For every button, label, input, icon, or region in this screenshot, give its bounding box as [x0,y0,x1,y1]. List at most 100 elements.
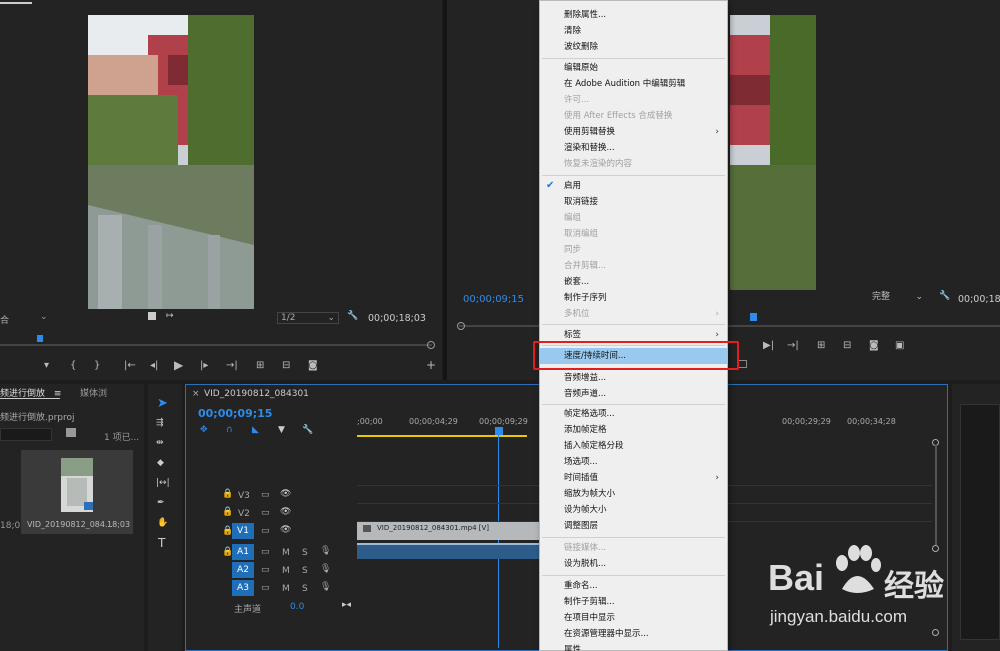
menu-item-clear[interactable]: 清除 [540,23,727,39]
menu-item-properties[interactable]: 属性 [540,642,727,651]
mic-icon[interactable]: 🎙 [320,564,331,574]
menu-item-make-subclip[interactable]: 制作子剪辑... [540,594,727,610]
timeline-close-icon[interactable]: × [192,389,200,399]
fit-dropdown-arrow-icon[interactable]: ⌄ [40,312,48,322]
hand-tool-icon[interactable]: ✋ [157,518,168,528]
menu-item-make-subsequence[interactable]: 制作子序列 [540,290,727,306]
track-lock-v2[interactable]: 🔒 [222,507,233,517]
mute-button[interactable]: M [282,584,290,594]
source-scrub-bar[interactable] [0,344,432,346]
solo-button[interactable]: S [302,566,308,576]
program-scrub-start[interactable] [457,322,465,330]
slip-tool-icon[interactable]: |↔| [156,478,170,488]
ripple-edit-tool-icon[interactable]: ⇹ [156,438,164,448]
toggle-sync-icon[interactable]: ▭ [261,565,270,575]
mark-in-icon[interactable]: ▾ [44,361,49,371]
track-lock-v1[interactable]: 🔒 [222,526,233,536]
menu-item-frame-hold-options[interactable]: 帧定格选项... [540,406,727,422]
menu-item-make-offline[interactable]: 设为脱机... [540,556,727,572]
extract-icon[interactable]: ⊟ [843,341,851,351]
wrench-icon[interactable]: 🔧 [939,291,950,301]
source-patch-a3[interactable]: A3 [232,580,254,596]
go-to-in-icon[interactable]: |← [124,361,136,371]
toggle-sync-icon[interactable]: ▭ [261,547,270,557]
mark-out-brace-icon[interactable]: } [94,361,100,371]
master-end-icon[interactable]: ▸◂ [342,600,351,610]
mute-button[interactable]: M [282,566,290,576]
menu-item-scale-to-frame[interactable]: 缩放为帧大小 [540,486,727,502]
step-forward-icon[interactable]: |▸ [200,361,208,371]
menu-item-field-options[interactable]: 场选项... [540,454,727,470]
menu-item-add-frame-hold[interactable]: 添加帧定格 [540,422,727,438]
linked-selection-icon[interactable]: ∩ [226,425,233,435]
timeline-scrollbar[interactable] [935,445,937,545]
overwrite-clip-icon[interactable]: ⊟ [282,361,290,371]
marker-icon[interactable]: ▼ [278,425,285,435]
source-playhead[interactable] [37,335,43,342]
menu-item-delete-attributes[interactable]: 删除属性... [540,7,727,23]
go-to-out-icon[interactable]: →| [226,361,238,371]
menu-item-set-to-frame[interactable]: 设为帧大小 [540,502,727,518]
source-patch-a2[interactable]: A2 [232,562,254,578]
source-scrub-end[interactable] [427,341,435,349]
settings-icon[interactable] [148,312,156,320]
resolution-select[interactable]: 1/2 ⌄ [277,312,339,324]
track-select-tool-icon[interactable]: ⇶ [156,418,164,428]
insert-icon[interactable]: ↦ [166,311,174,321]
audio-clip[interactable] [357,543,540,559]
menu-item-insert-frame-hold[interactable]: 插入帧定格分段 [540,438,727,454]
solo-button[interactable]: S [302,548,308,558]
program-timecode[interactable]: 00;00;09;15 [463,294,524,305]
track-lock-v3[interactable]: 🔒 [222,489,233,499]
menu-item-reveal-in-explorer[interactable]: 在资源管理器中显示... [540,626,727,642]
toggle-sync-icon[interactable]: ▭ [261,508,270,518]
sequence-tab[interactable]: VID_20190812_084301 [204,389,309,399]
mark-in-brace-icon[interactable]: { [70,361,76,371]
timeline-playhead-head[interactable] [495,427,503,435]
toggle-sync-icon[interactable]: ▭ [261,583,270,593]
menu-item-edit-in-audition[interactable]: 在 Adobe Audition 中编辑剪辑 [540,76,727,92]
snap-icon[interactable]: ✥ [200,425,208,435]
add-marker-icon[interactable]: ◣ [252,425,259,435]
timeline-timecode[interactable]: 00;00;09;15 [198,407,272,420]
menu-item-adjustment-layer[interactable]: 调整图层 [540,518,727,534]
solo-button[interactable]: S [302,584,308,594]
lift-icon[interactable]: ⊞ [817,341,825,351]
master-volume[interactable]: 0.0 [290,602,304,612]
source-fit-label[interactable]: 合 [0,313,9,326]
source-patch-v1[interactable]: V1 [232,523,254,539]
add-button-icon[interactable]: + [426,359,436,371]
export-frame-icon[interactable]: ◙ [869,341,879,351]
toggle-sync-icon[interactable]: ▭ [261,526,270,536]
step-back-icon[interactable]: ◂| [150,361,158,371]
toggle-sync-icon[interactable]: ▭ [261,490,270,500]
menu-item-reveal-in-project[interactable]: 在项目中显示 [540,610,727,626]
quality-select[interactable]: 完整 ⌄ [869,292,927,304]
video-clip[interactable]: VID_20190812_084301.mp4 [V] [357,522,540,540]
menu-item-unlink[interactable]: 取消链接 [540,194,727,210]
project-search-input[interactable] [0,428,52,441]
timeline-playhead-line[interactable] [498,435,499,648]
compare-icon[interactable]: ▣ [895,341,904,351]
track-lock-a1[interactable]: 🔒 [222,547,233,557]
work-area-bar[interactable] [357,435,527,437]
menu-item-rename[interactable]: 重命名... [540,578,727,594]
timeline-settings-icon[interactable]: 🔧 [302,425,313,435]
menu-item-edit-original[interactable]: 编辑原始 [540,60,727,76]
menu-item-audio-gain[interactable]: 音频增益... [540,370,727,386]
wrench-icon[interactable]: 🔧 [347,311,358,321]
program-playhead[interactable] [750,313,757,321]
eye-icon[interactable]: 👁 [280,525,291,535]
new-bin-icon[interactable] [66,428,76,437]
menu-item-ripple-delete[interactable]: 波纹删除 [540,39,727,55]
eye-icon[interactable]: 👁 [280,489,291,499]
media-browser-tab[interactable]: 媒体浏 [80,386,107,399]
menu-item-enable[interactable]: ✔ 启用 [540,178,727,194]
menu-item-render-replace[interactable]: 渲染和替换... [540,140,727,156]
menu-item-nest[interactable]: 嵌套... [540,274,727,290]
source-patch-a1[interactable]: A1 [232,544,254,560]
export-frame-icon[interactable]: ◙ [308,361,318,371]
mic-icon[interactable]: 🎙 [320,582,331,592]
razor-tool-icon[interactable]: ◆ [157,458,164,468]
pen-tool-icon[interactable]: ✒ [157,498,165,508]
